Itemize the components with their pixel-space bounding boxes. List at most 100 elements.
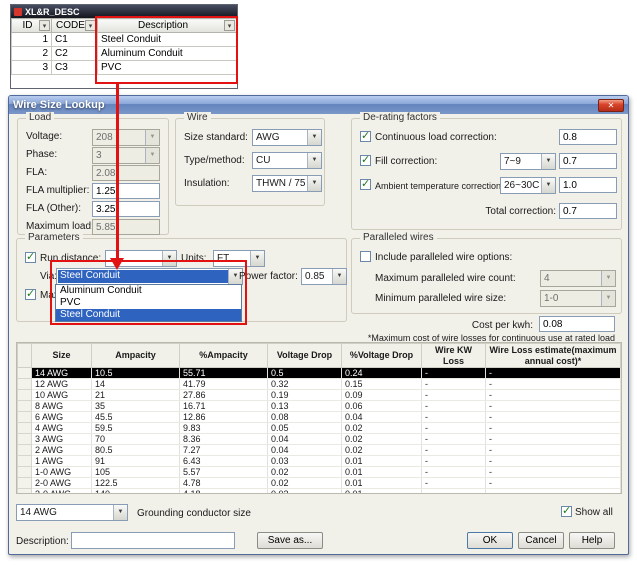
wire-table-row[interactable]: 3 AWG 70 8.36 0.04 0.02 - -	[18, 434, 621, 445]
wire-table-row[interactable]: 1 AWG 91 6.43 0.03 0.01 - -	[18, 456, 621, 467]
cell-description[interactable]: Steel Conduit	[98, 33, 237, 47]
cell-ampacity[interactable]: 140	[92, 489, 180, 495]
cell-wire-kw-loss[interactable]: -	[422, 456, 486, 467]
continuous-load-checkbox[interactable]	[360, 131, 371, 142]
include-paralleled-checkbox[interactable]	[360, 251, 371, 262]
cell-pct-voltage-drop[interactable]: 0.09	[342, 390, 422, 401]
cell-ampacity[interactable]: 122.5	[92, 478, 180, 489]
power-factor-select[interactable]: 0.85▼	[301, 268, 347, 285]
cell-pct-ampacity[interactable]: 4.78	[180, 478, 268, 489]
description-input[interactable]	[71, 532, 235, 549]
row-selector[interactable]	[18, 423, 32, 434]
cell-size[interactable]: 1-0 AWG	[32, 467, 92, 478]
cell-ampacity[interactable]: 91	[92, 456, 180, 467]
ambient-temp-checkbox[interactable]	[360, 179, 371, 190]
row-selector[interactable]	[18, 434, 32, 445]
cell-pct-voltage-drop[interactable]: 0.01	[342, 456, 422, 467]
cell-pct-voltage-drop[interactable]: 0.15	[342, 379, 422, 390]
spreadsheet-row[interactable]: 1 C1 Steel Conduit	[12, 33, 237, 47]
cell-voltage-drop[interactable]: 0.02	[268, 467, 342, 478]
col-wire-loss-estimate[interactable]: Wire Loss estimate(maximum annual cost)*	[486, 344, 621, 368]
row-selector[interactable]	[18, 467, 32, 478]
ambient-range-select[interactable]: 26~30C▼	[500, 177, 556, 194]
cell-size[interactable]: 2-0 AWG	[32, 478, 92, 489]
cell-description[interactable]: Aluminum Conduit	[98, 47, 237, 61]
help-button[interactable]: Help	[569, 532, 615, 549]
cell-size[interactable]: 14 AWG	[32, 368, 92, 379]
cell-pct-voltage-drop[interactable]: 0.24	[342, 368, 422, 379]
cell-wire-kw-loss[interactable]: -	[422, 423, 486, 434]
cell-voltage-drop[interactable]: 0.19	[268, 390, 342, 401]
units-select[interactable]: FT▼	[213, 250, 265, 267]
cell-ampacity[interactable]: 70	[92, 434, 180, 445]
cell-ampacity[interactable]: 45.5	[92, 412, 180, 423]
cell-wire-loss-estimate[interactable]: -	[486, 379, 621, 390]
cell-voltage-drop[interactable]: 0.08	[268, 412, 342, 423]
cell-voltage-drop[interactable]: 0.04	[268, 445, 342, 456]
cell-wire-kw-loss[interactable]: -	[422, 401, 486, 412]
via-option[interactable]: Steel Conduit	[56, 309, 241, 321]
cell-ampacity[interactable]: 35	[92, 401, 180, 412]
cell-pct-ampacity[interactable]: 27.86	[180, 390, 268, 401]
cell-voltage-drop[interactable]: 0.04	[268, 434, 342, 445]
cell-description[interactable]: PVC	[98, 61, 237, 75]
fla-multiplier-input[interactable]	[92, 183, 160, 199]
wire-table-row[interactable]: 2-0 AWG 122.5 4.78 0.02 0.01 - -	[18, 478, 621, 489]
cell-size[interactable]: 6 AWG	[32, 412, 92, 423]
cell-wire-loss-estimate[interactable]: -	[486, 390, 621, 401]
cell-size[interactable]: 8 AWG	[32, 401, 92, 412]
cell-size[interactable]: 1 AWG	[32, 456, 92, 467]
cell-pct-ampacity[interactable]: 5.57	[180, 467, 268, 478]
ambient-temp-input[interactable]	[559, 177, 617, 193]
cell-ampacity[interactable]: 10.5	[92, 368, 180, 379]
cell-voltage-drop[interactable]: 0.02	[268, 489, 342, 495]
row-selector[interactable]	[18, 456, 32, 467]
cell-pct-ampacity[interactable]: 55.71	[180, 368, 268, 379]
fill-correction-input[interactable]	[559, 153, 617, 169]
cell-wire-kw-loss[interactable]: -	[422, 445, 486, 456]
cell-pct-voltage-drop[interactable]: 0.06	[342, 401, 422, 412]
wire-table-row[interactable]: 10 AWG 21 27.86 0.19 0.09 - -	[18, 390, 621, 401]
cell-wire-loss-estimate[interactable]: -	[486, 412, 621, 423]
cell-wire-kw-loss[interactable]: -	[422, 434, 486, 445]
wire-table-row[interactable]: 3-0 AWG 140 4.18 0.02 0.01 - -	[18, 489, 621, 495]
voltage-select[interactable]: 208▼	[92, 129, 160, 146]
wire-table-row[interactable]: 14 AWG 10.5 55.71 0.5 0.24 - -	[18, 368, 621, 379]
filter-dropdown-icon[interactable]: ▾	[224, 20, 235, 31]
col-pct-ampacity[interactable]: %Ampacity	[180, 344, 268, 368]
save-as-button[interactable]: Save as...	[257, 532, 323, 549]
total-correction-input[interactable]	[559, 203, 617, 219]
cell-wire-kw-loss[interactable]: -	[422, 489, 486, 495]
spreadsheet-row[interactable]: 2 C2 Aluminum Conduit	[12, 47, 237, 61]
cell-pct-voltage-drop[interactable]: 0.02	[342, 445, 422, 456]
min-paralleled-size-select[interactable]: 1-0▼	[540, 290, 616, 307]
cell-pct-voltage-drop[interactable]: 0.04	[342, 412, 422, 423]
show-all-checkbox[interactable]	[561, 506, 572, 517]
fla-input[interactable]	[92, 165, 160, 181]
cell-size[interactable]: 3-0 AWG	[32, 489, 92, 495]
wire-table-row[interactable]: 12 AWG 14 41.79 0.32 0.15 - -	[18, 379, 621, 390]
fill-range-select[interactable]: 7~9▼	[500, 153, 556, 170]
col-header-code[interactable]: CODE▾	[52, 19, 98, 33]
row-selector[interactable]	[18, 445, 32, 456]
col-ampacity[interactable]: Ampacity	[92, 344, 180, 368]
ok-button[interactable]: OK	[467, 532, 513, 549]
cell-wire-kw-loss[interactable]: -	[422, 478, 486, 489]
via-select[interactable]: Steel Conduit▼	[56, 268, 243, 285]
cell-ampacity[interactable]: 21	[92, 390, 180, 401]
via-option[interactable]: PVC	[56, 297, 241, 309]
cell-pct-ampacity[interactable]: 41.79	[180, 379, 268, 390]
cell-wire-kw-loss[interactable]: -	[422, 379, 486, 390]
cell-voltage-drop[interactable]: 0.32	[268, 379, 342, 390]
cell-wire-loss-estimate[interactable]: -	[486, 434, 621, 445]
fill-correction-checkbox[interactable]	[360, 155, 371, 166]
row-selector[interactable]	[18, 401, 32, 412]
row-selector[interactable]	[18, 489, 32, 495]
cell-voltage-drop[interactable]: 0.5	[268, 368, 342, 379]
cell-pct-ampacity[interactable]: 8.36	[180, 434, 268, 445]
wire-table-row[interactable]: 6 AWG 45.5 12.86 0.08 0.04 - -	[18, 412, 621, 423]
cell-pct-ampacity[interactable]: 6.43	[180, 456, 268, 467]
filter-dropdown-icon[interactable]: ▾	[85, 20, 96, 31]
row-selector[interactable]	[18, 368, 32, 379]
cell-wire-loss-estimate[interactable]: -	[486, 456, 621, 467]
